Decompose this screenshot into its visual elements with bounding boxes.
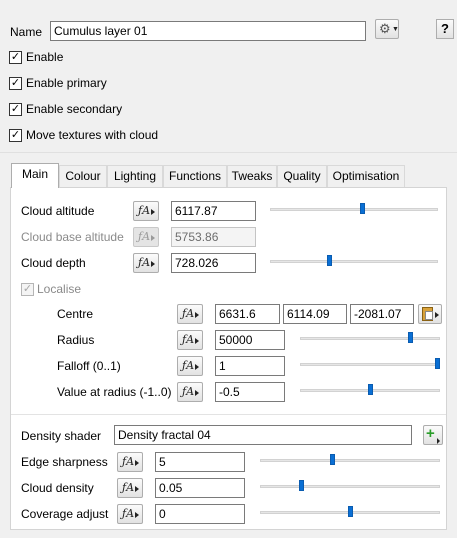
gear-icon: ⚙ bbox=[379, 21, 391, 36]
separator bbox=[11, 414, 446, 415]
enable-secondary-label[interactable]: Enable secondary bbox=[26, 102, 122, 116]
value-at-radius-function-button[interactable]: ƒA bbox=[177, 382, 203, 402]
enable-primary-checkbox[interactable]: ✓ bbox=[9, 77, 22, 90]
cloud-base-altitude-field: 5753.86 bbox=[171, 227, 256, 247]
cloud-depth-slider[interactable] bbox=[270, 255, 438, 267]
tab-main[interactable]: Main bbox=[11, 163, 59, 188]
coverage-adjust-field[interactable]: 0 bbox=[155, 504, 245, 524]
radius-label: Radius bbox=[57, 333, 95, 347]
tab-tweaks[interactable]: Tweaks bbox=[227, 165, 277, 187]
falloff-label: Falloff (0..1) bbox=[57, 359, 121, 373]
cloud-depth-function-button[interactable]: ƒA bbox=[133, 253, 159, 273]
edge-sharpness-function-button[interactable]: ƒA bbox=[117, 452, 143, 472]
cloud-density-slider[interactable] bbox=[260, 480, 440, 492]
radius-slider[interactable] bbox=[300, 332, 440, 344]
cloud-altitude-label: Cloud altitude bbox=[21, 204, 95, 218]
cloud-base-altitude-label: Cloud base altitude bbox=[21, 230, 124, 244]
settings-button[interactable]: ⚙ ▼ bbox=[375, 19, 399, 39]
value-at-radius-field[interactable]: -0.5 bbox=[215, 382, 285, 402]
slider-thumb[interactable] bbox=[348, 506, 353, 517]
slider-thumb[interactable] bbox=[360, 203, 365, 214]
enable-secondary-checkbox[interactable]: ✓ bbox=[9, 103, 22, 116]
density-shader-field[interactable]: Density fractal 04 bbox=[114, 425, 412, 445]
add-shader-button[interactable]: + bbox=[423, 425, 443, 445]
coverage-adjust-function-button[interactable]: ƒA bbox=[117, 504, 143, 524]
tab-lighting[interactable]: Lighting bbox=[107, 165, 163, 187]
centre-z-field[interactable]: -2081.07 bbox=[350, 304, 414, 324]
slider-thumb[interactable] bbox=[299, 480, 304, 491]
paste-coordinates-button[interactable] bbox=[418, 304, 442, 324]
radius-function-button[interactable]: ƒA bbox=[177, 330, 203, 350]
cloud-depth-field[interactable]: 728.026 bbox=[171, 253, 256, 273]
slider-thumb[interactable] bbox=[368, 384, 373, 395]
cloud-altitude-function-button[interactable]: ƒA bbox=[133, 201, 159, 221]
centre-x-field[interactable]: 6631.6 bbox=[215, 304, 280, 324]
tab-optimisation[interactable]: Optimisation bbox=[327, 165, 405, 187]
arrow-right-icon bbox=[437, 438, 440, 444]
slider-thumb[interactable] bbox=[327, 255, 332, 266]
chevron-down-icon: ▼ bbox=[392, 26, 399, 33]
divider bbox=[0, 152, 457, 153]
slider-thumb[interactable] bbox=[435, 358, 440, 369]
edge-sharpness-field[interactable]: 5 bbox=[155, 452, 245, 472]
cloud-density-field[interactable]: 0.05 bbox=[155, 478, 245, 498]
cloud-depth-label: Cloud depth bbox=[21, 256, 86, 270]
tab-colour[interactable]: Colour bbox=[59, 165, 107, 187]
name-label: Name bbox=[10, 25, 43, 39]
tab-quality[interactable]: Quality bbox=[277, 165, 327, 187]
plus-icon: + bbox=[426, 425, 435, 442]
slider-thumb[interactable] bbox=[330, 454, 335, 465]
centre-function-button[interactable]: ƒA bbox=[177, 304, 203, 324]
coverage-adjust-label: Coverage adjust bbox=[21, 507, 109, 521]
enable-label[interactable]: Enable bbox=[26, 50, 63, 64]
move-textures-checkbox[interactable]: ✓ bbox=[9, 129, 22, 142]
enable-primary-label[interactable]: Enable primary bbox=[26, 76, 107, 90]
localise-label: Localise bbox=[37, 282, 82, 296]
cloud-density-function-button[interactable]: ƒA bbox=[117, 478, 143, 498]
falloff-field[interactable]: 1 bbox=[215, 356, 285, 376]
density-shader-label: Density shader bbox=[21, 429, 102, 443]
value-at-radius-label: Value at radius (-1..0) bbox=[57, 385, 172, 399]
cloud-altitude-field[interactable]: 6117.87 bbox=[171, 201, 256, 221]
cloud-base-altitude-function-button: ƒA bbox=[133, 227, 159, 247]
centre-y-field[interactable]: 6114.09 bbox=[283, 304, 347, 324]
name-field[interactable]: Cumulus layer 01 bbox=[50, 21, 366, 41]
arrow-right-icon bbox=[435, 312, 439, 318]
edge-sharpness-slider[interactable] bbox=[260, 454, 440, 466]
value-at-radius-slider[interactable] bbox=[300, 384, 440, 396]
enable-checkbox[interactable]: ✓ bbox=[9, 51, 22, 64]
falloff-function-button[interactable]: ƒA bbox=[177, 356, 203, 376]
move-textures-label[interactable]: Move textures with cloud bbox=[26, 128, 158, 142]
falloff-slider[interactable] bbox=[300, 358, 440, 370]
cloud-density-label: Cloud density bbox=[21, 481, 94, 495]
edge-sharpness-label: Edge sharpness bbox=[21, 455, 108, 469]
tab-functions[interactable]: Functions bbox=[163, 165, 227, 187]
help-button[interactable]: ? bbox=[436, 19, 454, 39]
slider-thumb[interactable] bbox=[408, 332, 413, 343]
coverage-adjust-slider[interactable] bbox=[260, 506, 440, 518]
cloud-altitude-slider[interactable] bbox=[270, 203, 438, 215]
localise-checkbox: ✓ bbox=[21, 283, 34, 296]
centre-label: Centre bbox=[57, 307, 94, 321]
radius-field[interactable]: 50000 bbox=[215, 330, 285, 350]
